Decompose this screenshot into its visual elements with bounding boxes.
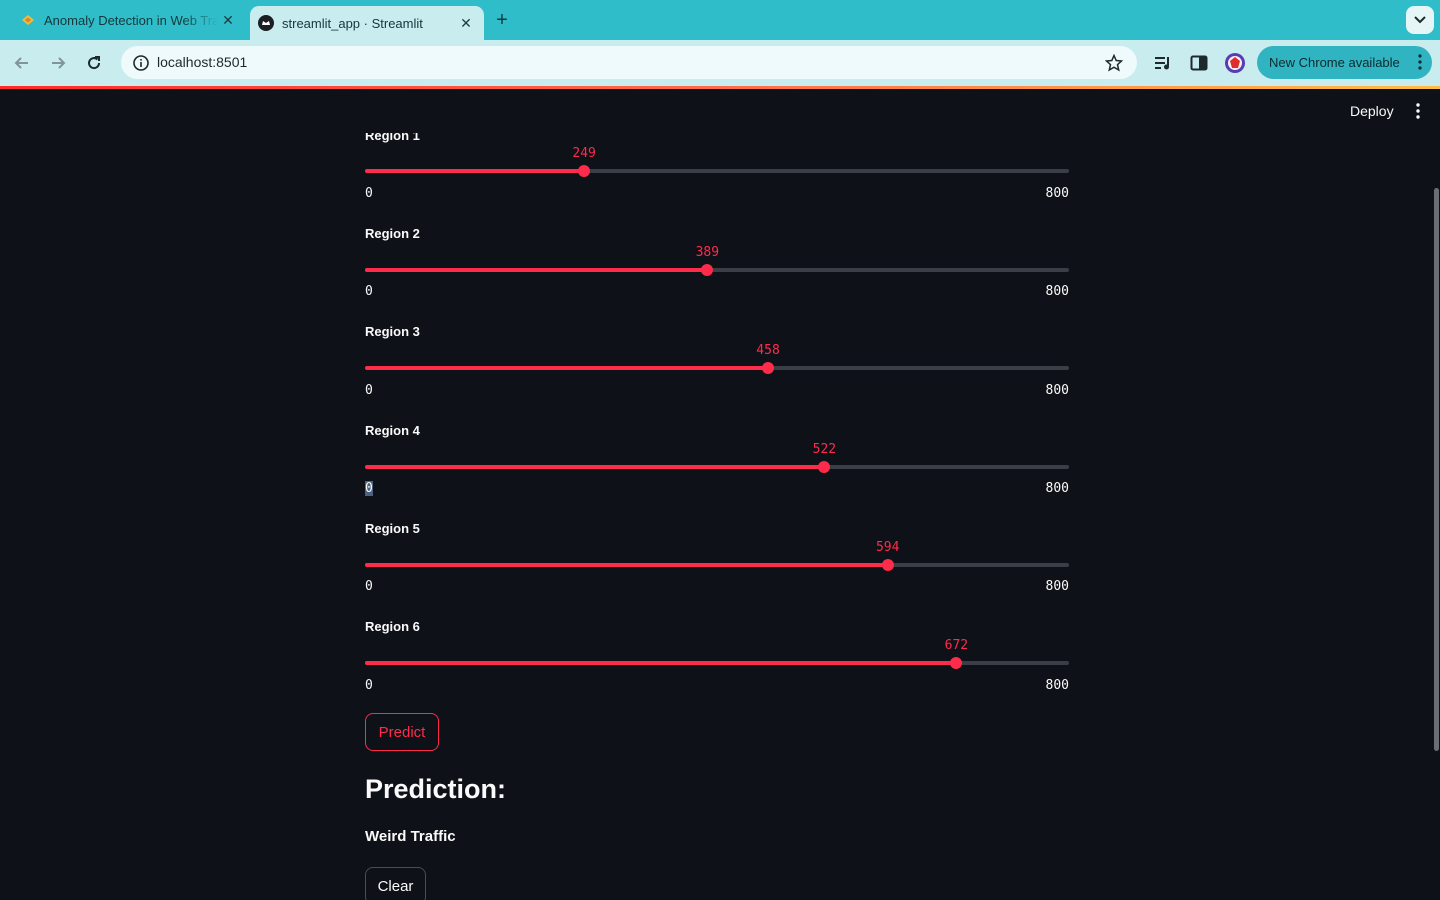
slider-max: 800 [1045, 579, 1069, 594]
slider-value: 522 [812, 442, 837, 457]
slider-fill [365, 661, 957, 665]
slider-region-2[interactable]: Region 2 389 0 800 [365, 226, 1069, 316]
slider-fill [365, 563, 888, 567]
slider-max: 800 [1045, 383, 1069, 398]
slider-track[interactable] [365, 657, 1069, 669]
slider-region-5[interactable]: Region 5 594 0 800 [365, 521, 1069, 611]
streamlit-header: Deploy [0, 89, 1440, 133]
slider-value: 249 [572, 146, 596, 161]
slider-value: 672 [944, 638, 969, 653]
slider-thumb[interactable] [701, 264, 714, 276]
prediction-heading: Prediction: [365, 774, 507, 804]
slider-thumb[interactable] [950, 657, 963, 669]
clear-button[interactable]: Clear [365, 867, 426, 900]
site-info-icon[interactable] [129, 51, 153, 75]
slider-thumb[interactable] [578, 165, 591, 177]
slider-min: 0 [365, 678, 373, 693]
slider-region-3[interactable]: Region 3 458 0 800 [365, 324, 1069, 414]
more-vert-icon [1418, 54, 1422, 73]
slider-min: 0 [365, 383, 373, 398]
tab-title: streamlit_app · Streamlit [282, 15, 423, 31]
update-label: New Chrome available [1269, 55, 1400, 70]
slider-region-1[interactable]: Region 1 249 0 800 [365, 126, 1069, 216]
slider-region-4[interactable]: Region 4 522 0 800 [365, 423, 1069, 513]
address-bar[interactable]: localhost:8501 [121, 46, 1137, 79]
close-tab-icon[interactable]: ✕ [456, 13, 476, 33]
url-text: localhost:8501 [157, 54, 248, 70]
slider-label: Region 3 [365, 324, 420, 339]
slider-label: Region 4 [365, 423, 420, 438]
slider-value: 389 [695, 245, 720, 260]
slider-track[interactable] [365, 264, 1069, 276]
slider-track[interactable] [365, 559, 1069, 571]
slider-min: 0 [365, 481, 373, 496]
streamlit-crown-icon [258, 15, 274, 31]
slider-track[interactable] [365, 362, 1069, 374]
slider-fill [365, 366, 769, 370]
browser-tab-anomaly[interactable]: Anomaly Detection in Web Traffic ✕ [8, 0, 246, 40]
slider-min: 0 [365, 284, 373, 299]
scrollbar-thumb[interactable] [1434, 188, 1439, 751]
slider-track[interactable] [365, 461, 1069, 473]
back-arrow-icon[interactable] [10, 51, 34, 75]
close-tab-icon[interactable]: ✕ [218, 10, 238, 30]
slider-max: 800 [1045, 284, 1069, 299]
slider-value: 594 [875, 540, 900, 555]
slider-thumb[interactable] [818, 461, 831, 473]
slider-fill [365, 268, 708, 272]
browser-tab-strip: Anomaly Detection in Web Traffic ✕ strea… [0, 0, 1440, 40]
slider-thumb[interactable] [762, 362, 775, 374]
slider-thumb[interactable] [881, 559, 894, 571]
slider-max: 800 [1045, 678, 1069, 693]
slider-max: 800 [1045, 186, 1069, 201]
media-control-icon[interactable] [1152, 52, 1174, 74]
slider-value: 458 [756, 343, 780, 358]
bookmark-star-icon[interactable] [1103, 52, 1125, 74]
new-tab-icon[interactable]: + [490, 8, 514, 32]
forward-arrow-icon[interactable] [46, 51, 70, 75]
slider-fill [365, 465, 825, 469]
slider-label: Region 5 [365, 521, 420, 536]
tab-title: Anomaly Detection in Web Traffic [44, 12, 218, 28]
slider-track[interactable] [365, 165, 1069, 177]
profile-avatar-icon[interactable] [1224, 52, 1246, 74]
side-panel-icon[interactable] [1188, 52, 1210, 74]
deploy-button[interactable]: Deploy [1338, 99, 1406, 123]
tab-search-chevron-icon[interactable] [1406, 6, 1434, 34]
slider-min: 0 [365, 579, 373, 594]
browser-toolbar: localhost:8501 New Chrome available [0, 40, 1440, 86]
slider-fill [365, 169, 585, 173]
slider-label: Region 2 [365, 226, 420, 241]
slider-min: 0 [365, 186, 373, 201]
slider-label: Region 6 [365, 619, 420, 634]
slider-max: 800 [1045, 481, 1069, 496]
predict-button[interactable]: Predict [365, 713, 439, 751]
reload-icon[interactable] [82, 51, 106, 75]
site-favicon-icon [20, 12, 36, 28]
browser-tab-streamlit[interactable]: streamlit_app · Streamlit ✕ [250, 6, 484, 40]
new-chrome-available-button[interactable]: New Chrome available [1257, 46, 1432, 79]
main-menu-icon[interactable] [1406, 101, 1430, 121]
prediction-result: Weird Traffic [365, 828, 456, 845]
slider-region-6[interactable]: Region 6 672 0 800 [365, 619, 1069, 709]
